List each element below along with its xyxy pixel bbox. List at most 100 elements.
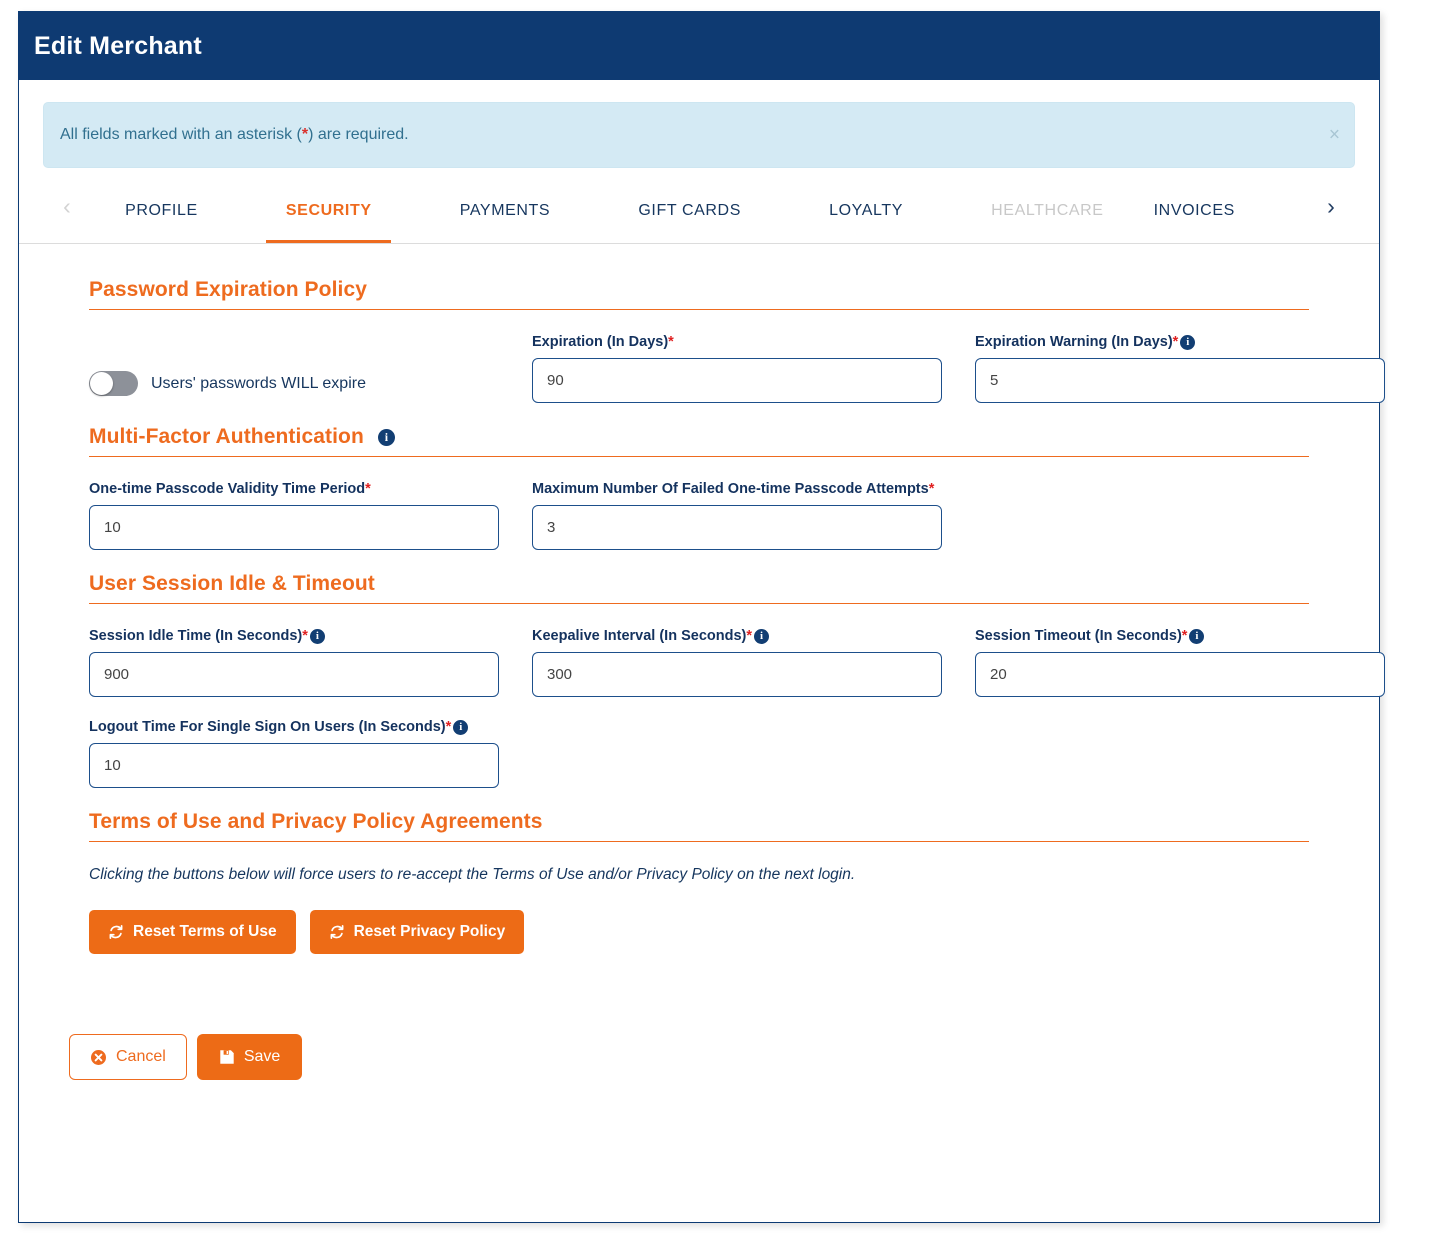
otp-validity-input[interactable] [89,505,499,550]
edit-merchant-card: Edit Merchant All fields marked with an … [18,11,1385,1223]
max-failed-attempts-label-text: Maximum Number Of Failed One-time Passco… [532,481,929,497]
cancel-button[interactable]: Cancel [69,1034,187,1080]
section-divider [89,603,1309,604]
info-icon[interactable]: i [377,428,395,446]
toggle-knob [90,372,113,395]
session-timeout-input[interactable] [975,652,1385,697]
card-body: All fields marked with an asterisk ( * ) a… [19,102,1385,1080]
tab-healthcare: HEALTHCARE [947,182,1148,243]
chevron-right-icon[interactable]: › [1317,182,1345,243]
info-icon[interactable]: i [309,629,325,644]
sso-logout-time-input[interactable] [89,743,499,788]
section-divider [89,841,1309,842]
otp-validity-label: One-time Passcode Validity Time Period* [89,481,499,497]
max-failed-attempts-input[interactable] [532,505,942,550]
save-button-label: Save [243,1048,281,1065]
form-content: Password Expiration Policy Users' passwo… [19,244,1385,954]
alert-text-before: All fields marked with an asterisk ( [60,126,302,143]
card-header: Edit Merchant [19,12,1379,80]
required-marker: * [1172,334,1179,350]
session-timeout-label-text: Session Timeout (In Seconds) [975,628,1182,644]
session-timeout-field: Session Timeout (In Seconds)* i [975,628,1385,697]
session-timeout-label: Session Timeout (In Seconds)* i [975,628,1385,644]
tab-payments[interactable]: PAYMENTS [416,182,595,243]
save-button[interactable]: Save [196,1034,303,1080]
section-divider [89,309,1309,310]
tab-strip: PROFILE SECURITY PAYMENTS GIFT CARDS LOY… [81,182,1317,243]
app-root: Edit Merchant All fields marked with an … [0,0,1430,1249]
reset-terms-of-use-label: Reset Terms of Use [133,923,277,940]
session-idle-time-label: Session Idle Time (In Seconds)* i [89,628,499,644]
required-fields-alert: All fields marked with an asterisk (*) a… [43,102,1355,168]
expiration-warning-label: Expiration Warning (In Days)* i [975,334,1385,350]
tab-invoices[interactable]: INVOICES [1148,182,1317,243]
expiration-days-input[interactable] [532,358,942,403]
max-failed-attempts-label: Maximum Number Of Failed One-time Passco… [532,481,942,497]
refresh-icon [108,924,124,940]
chevron-left-icon[interactable]: ‹ [53,182,81,243]
keepalive-interval-field: Keepalive Interval (In Seconds)* i [532,628,942,697]
password-expire-toggle-label: Users' passwords WILL expire [151,374,366,392]
info-icon[interactable]: i [1180,335,1196,350]
expiration-warning-field: Expiration Warning (In Days)* i [975,334,1385,403]
expiration-days-label: Expiration (In Days)* [532,334,942,350]
cancel-button-label: Cancel [116,1048,166,1065]
section-heading-mfa: Multi-Factor Authentication i [89,425,1309,456]
sso-logout-time-label-text: Logout Time For Single Sign On Users (In… [89,719,446,735]
required-marker: * [445,719,452,735]
info-icon[interactable]: i [1189,629,1205,644]
cancel-circle-icon [90,1049,107,1066]
tab-loyalty[interactable]: LOYALTY [785,182,947,243]
expiration-days-field: Expiration (In Days)* [532,334,942,403]
section-heading-session: User Session Idle & Timeout [89,572,1309,603]
section-heading-password: Password Expiration Policy [89,278,1309,309]
session-idle-time-label-text: Session Idle Time (In Seconds) [89,628,303,644]
tab-gift-cards[interactable]: GIFT CARDS [594,182,785,243]
form-footer: Cancel Save [19,964,1379,1080]
reset-privacy-policy-button[interactable]: Reset Privacy Policy [309,910,525,954]
reset-privacy-policy-label: Reset Privacy Policy [353,923,506,940]
save-floppy-icon [219,1049,235,1065]
sso-logout-time-label: Logout Time For Single Sign On Users (In… [89,719,499,735]
required-marker: * [302,628,308,644]
section-heading-session-label: User Session Idle & Timeout [89,572,375,595]
section-password-expiration: Password Expiration Policy Users' passwo… [89,278,1385,403]
section-heading-password-label: Password Expiration Policy [89,278,368,301]
expiration-days-label-text: Expiration (In Days) [532,334,669,350]
keepalive-interval-label-text: Keepalive Interval (In Seconds) [532,628,747,644]
required-marker: * [365,481,371,497]
keepalive-interval-input[interactable] [532,652,942,697]
section-heading-terms: Terms of Use and Privacy Policy Agreemen… [89,810,1309,841]
expiration-warning-input[interactable] [975,358,1385,403]
close-icon[interactable]: × [1329,126,1340,145]
section-divider [89,456,1309,457]
tab-security[interactable]: SECURITY [242,182,416,243]
password-fields-row: Users' passwords WILL expire Expiration … [89,334,1385,403]
session-idle-time-field: Session Idle Time (In Seconds)* i [89,628,499,697]
alert-message: All fields marked with an asterisk (*) a… [60,126,409,144]
info-icon[interactable]: i [453,720,469,735]
tab-bar: ‹ PROFILE SECURITY PAYMENTS GIFT CARDS L… [19,182,1379,244]
otp-validity-field: One-time Passcode Validity Time Period* [89,481,499,550]
session-idle-time-input[interactable] [89,652,499,697]
password-expire-toggle[interactable] [89,371,138,396]
info-icon[interactable]: i [754,629,770,644]
password-expire-toggle-group: Users' passwords WILL expire [89,334,499,403]
alert-text-after: ) are required. [308,126,409,143]
otp-validity-label-text: One-time Passcode Validity Time Period [89,481,366,497]
section-terms: Terms of Use and Privacy Policy Agreemen… [89,810,1309,954]
section-session: User Session Idle & Timeout Session Idle… [89,572,1385,788]
section-heading-mfa-label: Multi-Factor Authentication [89,425,364,448]
tab-profile[interactable]: PROFILE [81,182,242,243]
required-marker: * [746,628,753,644]
mfa-fields-row: One-time Passcode Validity Time Period* … [89,481,1309,550]
required-marker: * [1181,628,1188,644]
session-fields-row-2: Logout Time For Single Sign On Users (In… [89,719,1309,788]
terms-buttons-row: Reset Terms of Use Reset Privacy Policy [89,910,1309,954]
sso-logout-time-field: Logout Time For Single Sign On Users (In… [89,719,499,788]
reset-terms-of-use-button[interactable]: Reset Terms of Use [89,910,296,954]
section-mfa: Multi-Factor Authentication i One-time P… [89,425,1309,550]
required-marker: * [668,334,674,350]
section-heading-terms-label: Terms of Use and Privacy Policy Agreemen… [89,810,543,833]
terms-note: Clicking the buttons below will force us… [89,866,856,883]
